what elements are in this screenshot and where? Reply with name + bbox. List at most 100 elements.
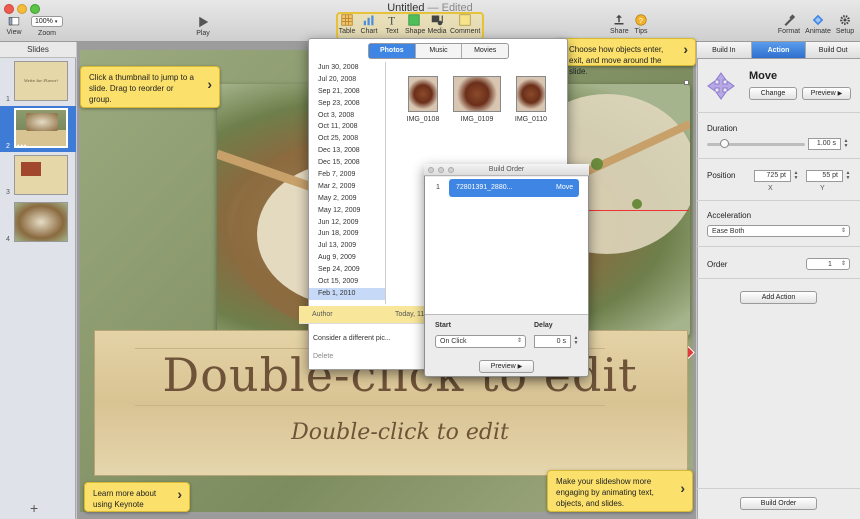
add-action-button[interactable]: Add Action: [740, 291, 817, 304]
duration-slider-knob[interactable]: [720, 139, 729, 148]
chart-label: Chart: [360, 28, 378, 35]
slide-thumbnail-2[interactable]: [14, 108, 68, 148]
play-icon: ▶: [837, 91, 843, 97]
divider: [697, 112, 860, 113]
list-item[interactable]: Jul 13, 2009: [309, 240, 385, 252]
divider: [697, 278, 860, 279]
delay-stepper[interactable]: ▲ ▼: [573, 336, 579, 346]
table-button[interactable]: Table: [338, 14, 356, 35]
photo-thumbnail[interactable]: [453, 76, 501, 112]
learn-tip-text: Learn more about using Keynote: [93, 489, 157, 509]
chart-button[interactable]: Chart: [360, 14, 378, 35]
list-item[interactable]: Oct 3, 2008: [309, 110, 385, 122]
list-item[interactable]: May 12, 2009: [309, 205, 385, 217]
list-item[interactable]: Dec 13, 2008: [309, 145, 385, 157]
slide-subtitle[interactable]: Double-click to edit: [120, 420, 680, 445]
change-button[interactable]: Change: [749, 87, 797, 100]
position-y-stepper[interactable]: ▲ ▼: [845, 171, 851, 181]
slide-thumbnail-3[interactable]: [14, 155, 68, 195]
comment-text[interactable]: Consider a different pic...: [313, 335, 391, 342]
setup-label: Setup: [835, 28, 855, 35]
position-x-stepper[interactable]: ▲ ▼: [793, 171, 799, 181]
learn-tip[interactable]: Learn more about using Keynote ›: [84, 482, 190, 512]
slide-number: 1: [6, 96, 10, 103]
thumbnail-tip[interactable]: Click a thumbnail to jump to a slide. Dr…: [80, 66, 220, 108]
order-select[interactable]: 1 ⇕: [806, 258, 850, 270]
media-button[interactable]: Media: [427, 14, 447, 35]
list-item[interactable]: Mar 2, 2009: [309, 181, 385, 193]
zoom-label: Zoom: [38, 30, 56, 37]
list-item[interactable]: Sep 23, 2008: [309, 98, 385, 110]
svg-text:T: T: [388, 16, 395, 27]
build-row-effect: Move: [556, 184, 574, 191]
list-item[interactable]: Oct 15, 2009: [309, 276, 385, 288]
position-y-field[interactable]: 55 pt: [806, 170, 843, 182]
tab-action[interactable]: Action: [751, 42, 807, 58]
list-item[interactable]: Aug 9, 2009: [309, 252, 385, 264]
delete-comment-link[interactable]: Delete: [313, 353, 333, 360]
list-item[interactable]: Jul 20, 2008: [309, 74, 385, 86]
tab-movies[interactable]: Movies: [462, 44, 508, 58]
list-item[interactable]: Sep 24, 2009: [309, 264, 385, 276]
list-item[interactable]: Jun 30, 2008: [309, 62, 385, 74]
photo-thumbnail[interactable]: [408, 76, 438, 112]
duration-stepper[interactable]: ▲ ▼: [843, 139, 849, 149]
position-x-field[interactable]: 725 pt: [754, 170, 791, 182]
minimize-icon[interactable]: [438, 167, 444, 173]
inspector-preview-button[interactable]: Preview ▶: [802, 87, 851, 100]
setup-button[interactable]: Setup: [834, 14, 856, 35]
chevron-right-icon: ›: [683, 41, 688, 57]
tab-build-out[interactable]: Build Out: [806, 42, 860, 58]
chevron-right-icon: ›: [207, 76, 212, 92]
engage-tip[interactable]: Make your slideshow more engaging by ani…: [547, 470, 693, 512]
build-preview-button[interactable]: Preview ▶: [479, 360, 534, 373]
slide-thumbnail-1[interactable]: Write for Flavor!: [14, 61, 68, 101]
start-label: Start: [435, 322, 451, 329]
y-label: Y: [820, 185, 825, 192]
close-icon[interactable]: [428, 167, 434, 173]
engage-tip-text: Make your slideshow more engaging by ani…: [556, 477, 654, 508]
build-tip[interactable]: Choose how objects enter, exit, and move…: [556, 38, 696, 76]
animate-button[interactable]: Animate: [804, 14, 832, 35]
comment-button[interactable]: Comment: [450, 14, 480, 35]
delay-field[interactable]: 0 s: [534, 335, 571, 348]
play-icon: ▶: [517, 364, 523, 370]
table-icon: [341, 14, 353, 26]
build-order-button[interactable]: Build Order: [740, 497, 817, 510]
thumbnail-photo: [21, 162, 41, 176]
start-select[interactable]: On Click ⇕: [435, 335, 526, 348]
tab-music[interactable]: Music: [416, 44, 463, 58]
list-item[interactable]: Jun 12, 2009: [309, 217, 385, 229]
list-item[interactable]: Dec 15, 2008: [309, 157, 385, 169]
effect-name: Move: [749, 70, 778, 82]
slide-thumbnail-4[interactable]: [14, 202, 68, 242]
share-label: Share: [610, 28, 629, 35]
comment-date: Today, 11: [395, 311, 425, 318]
list-item[interactable]: Feb 7, 2009: [309, 169, 385, 181]
tips-label: Tips: [634, 28, 648, 35]
list-item-selected[interactable]: Feb 1, 2010: [309, 287, 385, 300]
shape-button[interactable]: Shape: [405, 14, 425, 35]
zoom-icon[interactable]: [448, 167, 454, 173]
play-button[interactable]: Play: [193, 16, 213, 37]
photo-thumbnail[interactable]: [516, 76, 546, 112]
tab-build-in[interactable]: Build In: [697, 42, 752, 58]
list-item[interactable]: May 2, 2009: [309, 193, 385, 205]
format-button[interactable]: Format: [777, 14, 801, 35]
inspector-tabs: Build In Action Build Out: [697, 42, 860, 59]
view-button[interactable]: View: [4, 16, 24, 36]
event-date-list: Jun 30, 2008 Jul 20, 2008 Sep 21, 2008 S…: [309, 62, 386, 304]
selection-handle[interactable]: [684, 80, 689, 85]
list-item[interactable]: Oct 11, 2008: [309, 121, 385, 133]
tips-button[interactable]: ? Tips: [632, 14, 650, 35]
acceleration-select[interactable]: Ease Both ⇕: [707, 225, 850, 237]
tab-photos[interactable]: Photos: [369, 44, 416, 58]
list-item[interactable]: Sep 21, 2008: [309, 86, 385, 98]
text-button[interactable]: T Text: [383, 14, 401, 36]
add-slide-button[interactable]: +: [30, 500, 38, 516]
list-item[interactable]: Oct 25, 2008: [309, 133, 385, 145]
duration-field[interactable]: 1.00 s: [808, 138, 841, 150]
list-item[interactable]: Jun 18, 2009: [309, 228, 385, 240]
zoom-select[interactable]: 100% ▾: [31, 16, 63, 27]
share-button[interactable]: Share: [610, 14, 629, 35]
